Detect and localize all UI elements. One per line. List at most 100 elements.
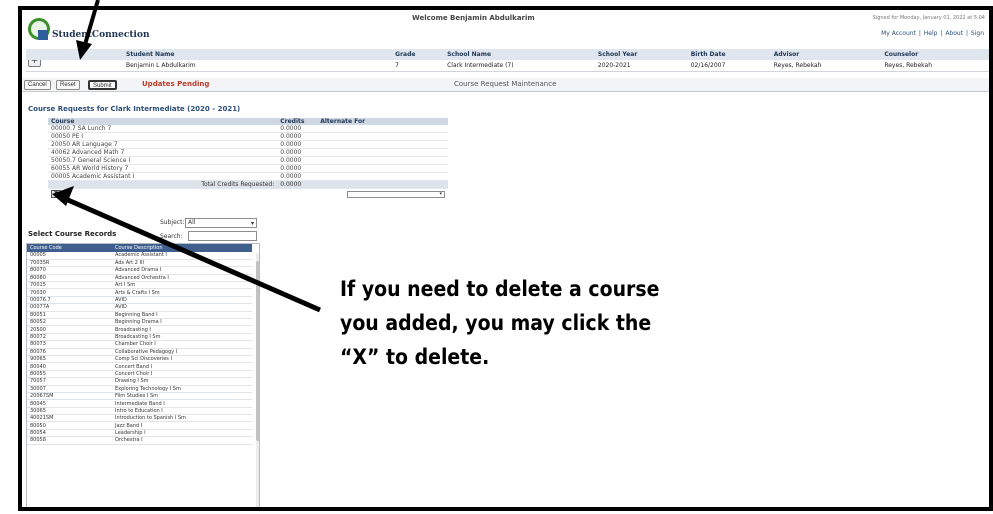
col-credits: Credits	[277, 118, 318, 125]
scrollbar-thumb[interactable]	[256, 261, 259, 441]
cancel-button[interactable]: Cancel	[24, 80, 51, 90]
select-course-title: Select Course Records	[28, 230, 117, 238]
page-title: Course Request Maintenance	[454, 80, 557, 88]
course-description: Academic Assistant I	[112, 252, 252, 260]
course-description: Beginning Drama I	[112, 318, 252, 327]
link-about[interactable]: About	[944, 30, 964, 37]
course-list-scrollbar[interactable]	[256, 253, 259, 507]
course-description: Arts & Crafts I Sm	[112, 288, 252, 297]
course-requests-table: Course Credits Alternate For 00000.7 SA …	[48, 118, 448, 189]
course-list-row[interactable]: 80045 Intermediate Band I	[27, 399, 252, 408]
course-list-row[interactable]: 80055 Concert Choir I	[27, 370, 252, 379]
course-name: 50050.7 General Science I	[48, 156, 278, 165]
course-description: Advanced Orchestra I	[112, 274, 252, 283]
course-list-row[interactable]: 70035R Ads Art 2 III	[27, 259, 252, 268]
course-list-row[interactable]: 70030 Arts & Crafts I Sm	[27, 288, 252, 297]
alternate-for-select[interactable]: ▾	[347, 191, 445, 198]
course-list-row[interactable]: 80051 Beginning Band I	[27, 311, 252, 320]
course-list-row[interactable]: 80040 Concert Band I	[27, 362, 252, 371]
course-code: 80054	[27, 429, 112, 438]
student-col-header: School Year	[595, 49, 689, 60]
course-list-row[interactable]: 20500 Broadcasting I	[27, 325, 252, 334]
course-description: Orchestra I	[112, 436, 252, 445]
instruction-callout: If you need to delete a course you added…	[340, 277, 660, 369]
course-code: 30007	[27, 385, 112, 393]
subject-label: Subject:	[160, 219, 185, 226]
course-description: Intermediate Band I	[112, 399, 252, 408]
course-request-row[interactable]: 00005 Academic Assistant I 0.0000	[48, 172, 448, 181]
course-request-row[interactable]: 00050 PE I 0.0000	[48, 132, 448, 141]
course-list-row[interactable]: 90065 Comp Sci Discoveries I	[27, 355, 252, 364]
course-request-row[interactable]: 60055 AR World History 7 0.0000	[48, 164, 448, 173]
course-code: 80050	[27, 421, 112, 430]
course-request-row[interactable]: 50050.7 General Science I 0.0000	[48, 156, 448, 165]
course-list-row[interactable]: 20067SM Film Studies I Sm	[27, 392, 252, 401]
course-alternate	[317, 140, 448, 149]
course-list-row[interactable]: 80076 Collaborative Pedagogy I	[27, 348, 252, 356]
course-list-row[interactable]: 70057 Drawing I Sm	[27, 377, 252, 386]
course-list-row[interactable]: 80052 Beginning Drama I	[27, 318, 252, 327]
student-col-header: School Name	[445, 49, 596, 60]
course-list-row[interactable]: 80073 Chamber Choir I	[27, 340, 252, 349]
course-list-row[interactable]: 80070 Advanced Drama I	[27, 266, 252, 275]
course-list-row[interactable]: 80080 Advanced Orchestra I	[27, 274, 252, 283]
course-code: 00005	[27, 252, 112, 260]
delete-course-button[interactable]: X	[51, 190, 61, 198]
student-info-table: Student Name Grade School Name School Year B…	[26, 49, 989, 72]
course-list-row[interactable]: 00005 Academic Assistant I	[27, 252, 252, 260]
screenshot-frame: StudentConnection Welcome Benjamin Abdul…	[18, 6, 993, 511]
course-list-row[interactable]: 70015 Art I Sm	[27, 281, 252, 290]
course-description: AVID	[112, 303, 252, 312]
col-course-code[interactable]: Course Code	[27, 244, 112, 252]
total-credits-row: Total Credits Requested: 0.0000	[48, 180, 448, 189]
link-my-account[interactable]: My Account	[880, 30, 917, 37]
course-list[interactable]: Course Code Course Description 00005 Acad…	[26, 243, 260, 507]
course-list-row[interactable]: 00076.7 AVID	[27, 296, 252, 305]
course-list-row[interactable]: 30007 Exploring Technology I Sm	[27, 385, 252, 393]
submit-button[interactable]: Submit	[88, 80, 117, 90]
student-col-header: Student Name	[26, 49, 394, 60]
course-description: Chamber Choir I	[112, 340, 252, 349]
course-list-row[interactable]: 40021SM Introduction to Spanish I Sm	[27, 414, 252, 423]
student-cell: Reyes, Rebekah	[771, 60, 883, 72]
total-credits-value: 0.0000	[277, 180, 318, 189]
subject-select[interactable]: All ▾	[185, 218, 257, 228]
logo-square-icon	[38, 30, 48, 40]
course-code: 00076.7	[27, 296, 112, 305]
subject-value: All	[188, 219, 196, 226]
top-links: My Account | Help | About | Sign	[880, 30, 985, 37]
course-list-row[interactable]: 80058 Orchestra I	[27, 436, 252, 445]
course-list-row[interactable]: 80054 Leadership I	[27, 429, 252, 438]
course-description: Ads Art 2 III	[112, 259, 252, 268]
app-name: StudentConnection	[52, 30, 150, 40]
link-help[interactable]: Help	[923, 30, 939, 37]
total-credits-label: Total Credits Requested:	[48, 180, 278, 189]
course-request-row[interactable]: 20050 AR Language 7 0.0000	[48, 140, 448, 149]
course-name: 00050 PE I	[48, 132, 278, 141]
search-input[interactable]	[188, 231, 257, 241]
course-credits: 0.0000	[277, 140, 318, 149]
course-name: 60055 AR World History 7	[48, 164, 278, 173]
course-list-header: Course Code Course Description	[27, 244, 252, 252]
link-sign[interactable]: Sign	[970, 30, 985, 37]
reset-button[interactable]: Reset	[56, 80, 80, 90]
course-request-row[interactable]: 40062 Advanced Math 7 0.0000	[48, 148, 448, 157]
course-requests-header: Course Credits Alternate For	[48, 118, 448, 125]
col-course-description[interactable]: Course Description	[112, 244, 252, 252]
course-code: 80072	[27, 333, 112, 342]
course-list-row[interactable]: 80072 Broadcasting I Sm	[27, 333, 252, 342]
course-requests-title: Course Requests for Clark Intermediate (…	[28, 105, 241, 113]
course-name: 00005 Academic Assistant I	[48, 172, 278, 181]
course-code: 80058	[27, 436, 112, 445]
col-alternate-for: Alternate For	[317, 118, 448, 125]
course-list-row[interactable]: 30065 Intro to Education I	[27, 407, 252, 416]
course-description: Beginning Band I	[112, 311, 252, 320]
course-list-row[interactable]: 00077A AVID	[27, 303, 252, 312]
toolbar: Cancel Reset Submit Updates Pending Cour…	[22, 78, 989, 92]
course-request-row[interactable]: 00000.7 SA Lunch 7 0.0000	[48, 125, 448, 133]
course-code: 80076	[27, 348, 112, 356]
course-code: 80052	[27, 318, 112, 327]
course-list-row[interactable]: 80050 Jazz Band I	[27, 421, 252, 430]
course-code: 70035R	[27, 259, 112, 268]
course-code: 70030	[27, 288, 112, 297]
